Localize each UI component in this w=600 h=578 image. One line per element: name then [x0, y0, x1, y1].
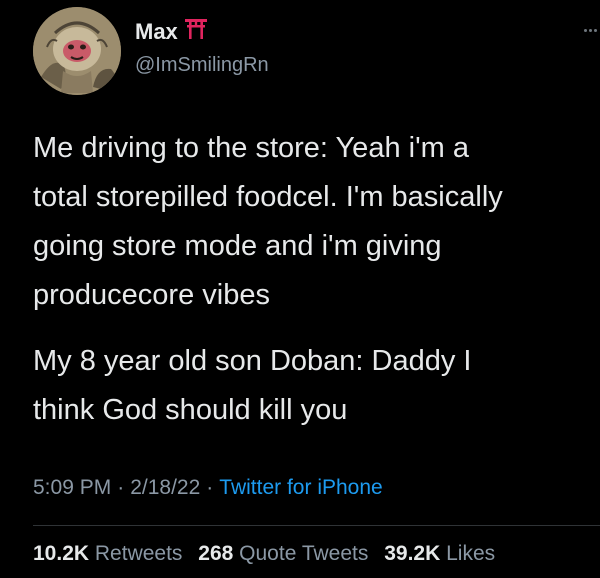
- likes-stat[interactable]: 39.2K Likes: [384, 542, 495, 565]
- user-handle[interactable]: @ImSmilingRn: [135, 54, 269, 77]
- meta-separator: ·: [206, 476, 214, 499]
- display-name[interactable]: Max: [135, 19, 178, 45]
- more-icon[interactable]: [584, 26, 598, 34]
- tweet-text-paragraph-1: Me driving to the store: Yeah i'm a tota…: [33, 132, 503, 311]
- tweet-time[interactable]: 5:09 PM: [33, 476, 111, 499]
- torii-gate-icon: [184, 18, 208, 45]
- name-row: Max: [135, 18, 208, 45]
- tweet-source-link[interactable]: Twitter for iPhone: [219, 476, 382, 499]
- retweets-stat[interactable]: 10.2K Retweets: [33, 542, 182, 565]
- tweet-card: Max @ImSmilingRn Me driving to the store…: [0, 0, 600, 578]
- likes-label: Likes: [446, 542, 496, 565]
- tweet-date[interactable]: 2/18/22: [130, 476, 200, 499]
- tweet-text-paragraph-2: My 8 year old son Doban: Daddy I think G…: [33, 345, 472, 426]
- engagement-stats: 10.2K Retweets 268 Quote Tweets 39.2K Li…: [33, 542, 495, 566]
- likes-count: 39.2K: [384, 542, 441, 565]
- quote-tweets-label: Quote Tweets: [239, 542, 369, 565]
- quote-tweets-count: 268: [198, 542, 234, 565]
- divider: [33, 525, 600, 526]
- quote-tweets-stat[interactable]: 268 Quote Tweets: [198, 542, 368, 565]
- avatar[interactable]: [33, 7, 121, 95]
- tweet-meta: 5:09 PM · 2/18/22 · Twitter for iPhone: [33, 476, 383, 500]
- meta-separator: ·: [117, 476, 125, 499]
- retweets-count: 10.2K: [33, 542, 90, 565]
- monkey-avatar-icon: [33, 7, 121, 95]
- retweets-label: Retweets: [94, 542, 183, 565]
